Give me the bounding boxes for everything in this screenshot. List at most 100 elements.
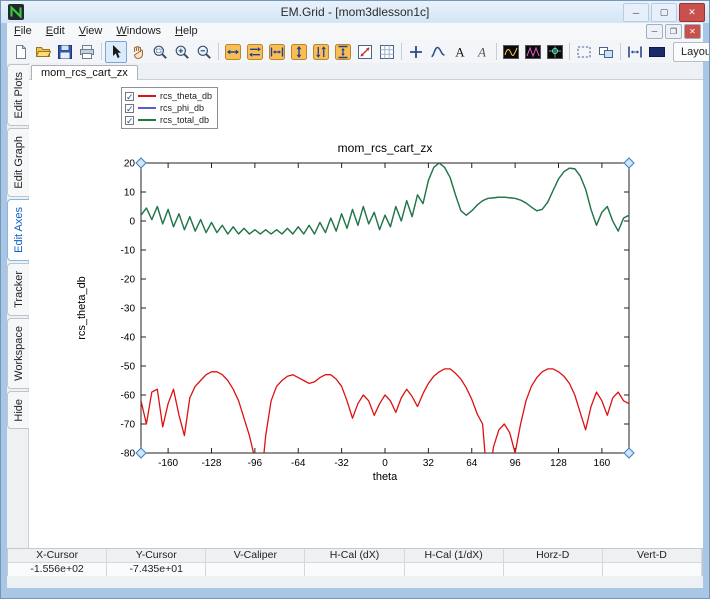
side-tab-edit-axes[interactable]: Edit Axes — [7, 199, 29, 261]
minimize-button[interactable]: ─ — [623, 3, 649, 22]
side-tab-label: Hide — [13, 399, 25, 422]
layout-dropdown-label: Layout — [681, 46, 710, 58]
svg-text:-60: -60 — [121, 391, 136, 402]
pan-hand-icon[interactable] — [127, 41, 149, 63]
svg-text:-40: -40 — [121, 333, 136, 344]
svg-text:-32: -32 — [334, 458, 349, 469]
document-tab-row: mom_rcs_cart_zx — [29, 63, 703, 80]
legend-checkbox[interactable]: ✓ — [125, 104, 134, 113]
toolbar-separator — [401, 43, 402, 60]
caliper-icon[interactable] — [624, 41, 646, 63]
legend-item: ✓ rcs_phi_db — [125, 102, 212, 114]
full-scale-x-icon[interactable] — [222, 41, 244, 63]
add-marker-icon[interactable] — [405, 41, 427, 63]
svg-text:-30: -30 — [121, 304, 136, 315]
plot-corner-handle[interactable] — [624, 448, 634, 458]
child-restore-button[interactable]: ❐ — [665, 24, 682, 39]
status-value-cell — [206, 563, 305, 576]
new-document-icon[interactable] — [10, 41, 32, 63]
svg-text:-80: -80 — [121, 449, 136, 460]
toolbar-icons: AA — [10, 41, 668, 63]
menu-windows[interactable]: Windows — [109, 23, 168, 40]
status-value-cell — [504, 563, 603, 576]
legend-label: rcs_phi_db — [160, 103, 204, 113]
side-tab-workspace[interactable]: Workspace — [7, 318, 29, 389]
add-curve-icon[interactable] — [427, 41, 449, 63]
side-tab-edit-plots[interactable]: Edit Plots — [7, 64, 29, 126]
color-swatch-icon[interactable] — [646, 41, 668, 63]
child-close-button[interactable]: ✕ — [684, 24, 701, 39]
svg-text:64: 64 — [466, 458, 478, 469]
style-preset-1-icon[interactable] — [500, 41, 522, 63]
legend-checkbox[interactable]: ✓ — [125, 92, 134, 101]
add-text-icon[interactable]: A — [449, 41, 471, 63]
grid-icon[interactable] — [376, 41, 398, 63]
plot-corner-handle[interactable] — [624, 158, 634, 168]
legend-line-swatch — [138, 119, 156, 121]
status-value-cell — [405, 563, 504, 576]
side-tab-label: Edit Graph — [13, 136, 25, 189]
chart-svg[interactable]: mom_rcs_cart_zx-160-128-96-64-3203264961… — [59, 130, 699, 490]
svg-text:10: 10 — [124, 188, 136, 199]
svg-text:rcs_theta_db: rcs_theta_db — [76, 276, 88, 340]
select-cursor-icon[interactable] — [105, 41, 127, 63]
menu-edit[interactable]: Edit — [39, 23, 72, 40]
menu-bar: FileEditViewWindowsHelp ─❐✕ — [7, 23, 703, 41]
legend-checkbox[interactable]: ✓ — [125, 116, 134, 125]
menu-view[interactable]: View — [72, 23, 110, 40]
save-icon[interactable] — [54, 41, 76, 63]
svg-text:-10: -10 — [121, 246, 136, 257]
legend-item: ✓rcs_total_db — [125, 114, 212, 126]
svg-text:-64: -64 — [291, 458, 306, 469]
print-icon[interactable] — [76, 41, 98, 63]
expand-x-icon[interactable] — [266, 41, 288, 63]
status-value-cell: -1.556e+02 — [8, 563, 107, 576]
svg-text:20: 20 — [124, 159, 136, 170]
svg-text:96: 96 — [510, 458, 522, 469]
legend-line-swatch — [138, 107, 156, 109]
side-tab-edit-graph[interactable]: Edit Graph — [7, 128, 29, 197]
plot-legend: ✓ rcs_theta_db ✓ rcs_phi_db✓rcs_total_db — [121, 87, 218, 129]
side-tab-strip: Edit Plots Edit Graph Edit Axes TrackerWork… — [7, 63, 29, 548]
mdi-window-buttons: ─❐✕ — [646, 24, 703, 39]
zoom-out-icon[interactable] — [193, 41, 215, 63]
plot-canvas[interactable]: ✓rcs_theta_db✓rcs_phi_db✓rcs_total_db mo… — [29, 80, 703, 548]
svg-text:0: 0 — [382, 458, 388, 469]
application-window: EM.Grid - [mom3dlesson1c] ─▢✕ FileEditVi… — [0, 0, 710, 599]
layout-dropdown[interactable]: Layout ▾ — [673, 42, 710, 62]
close-button[interactable]: ✕ — [679, 3, 705, 22]
zoom-in-icon[interactable] — [171, 41, 193, 63]
status-value-row: -1.556e+02-7.435e+01 — [8, 563, 702, 576]
style-preset-3-icon[interactable] — [544, 41, 566, 63]
side-tab-tracker[interactable]: Tracker — [7, 263, 29, 316]
select-region-icon[interactable] — [573, 41, 595, 63]
maximize-button[interactable]: ▢ — [651, 3, 677, 22]
child-minimize-button[interactable]: ─ — [646, 24, 663, 39]
plot-corner-handle[interactable] — [136, 158, 146, 168]
style-preset-2-icon[interactable] — [522, 41, 544, 63]
toolbar: AA Layout ▾ — [7, 40, 703, 64]
cursor-status-bar: X-CursorY-CursorV-CaliperH-Cal (dX)H-Cal… — [7, 548, 703, 576]
plot-corner-handle[interactable] — [136, 448, 146, 458]
legend-line-swatch — [138, 95, 156, 97]
edit-text-icon[interactable]: A — [471, 41, 493, 63]
legend-label: rcs_theta_db — [160, 91, 212, 101]
menu-file[interactable]: File — [7, 23, 39, 40]
svg-text:-96: -96 — [248, 458, 263, 469]
status-header-cell: H-Cal (dX) — [305, 549, 404, 562]
full-scale-y-icon[interactable] — [288, 41, 310, 63]
full-scale-xy-icon[interactable] — [354, 41, 376, 63]
expand-y-icon[interactable] — [332, 41, 354, 63]
scroll-y-icon[interactable] — [310, 41, 332, 63]
svg-text:-70: -70 — [121, 420, 136, 431]
side-tab-label: Edit Axes — [13, 207, 25, 253]
zoom-window-icon[interactable] — [149, 41, 171, 63]
tile-windows-icon[interactable] — [595, 41, 617, 63]
open-file-icon[interactable] — [32, 41, 54, 63]
menu-help[interactable]: Help — [168, 23, 205, 40]
status-value-cell — [305, 563, 404, 576]
plot-area[interactable]: mom_rcs_cart_zx-160-128-96-64-3203264961… — [59, 130, 699, 490]
scroll-x-icon[interactable] — [244, 41, 266, 63]
svg-text:128: 128 — [550, 458, 567, 469]
side-tab-hide[interactable]: Hide — [7, 391, 29, 430]
